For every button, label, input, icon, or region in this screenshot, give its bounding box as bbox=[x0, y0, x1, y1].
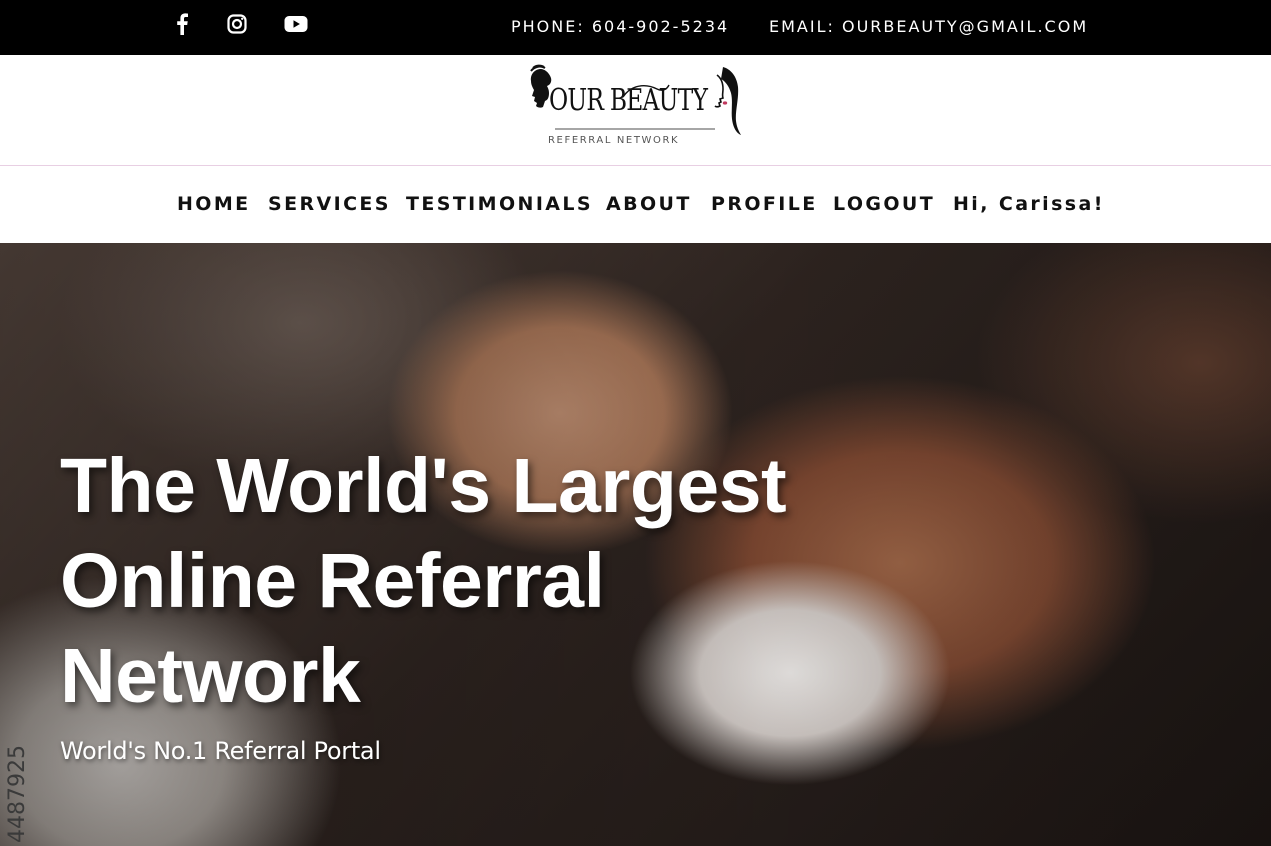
youtube-icon[interactable] bbox=[283, 12, 309, 36]
logo-wordmark: OUR BEAUTY bbox=[549, 83, 708, 118]
email-address[interactable]: EMAIL: OURBEAUTY@GMAIL.COM bbox=[769, 17, 1088, 36]
hero-title-line-1: The World's Largest bbox=[60, 443, 787, 529]
nav-home[interactable]: HOME bbox=[177, 193, 251, 215]
hero-banner: The World's Largest Online Referral Netw… bbox=[0, 243, 1271, 846]
stock-id-text: 4487925 bbox=[5, 745, 30, 843]
nav-user-greeting[interactable]: Hi, Carissa! bbox=[953, 193, 1105, 215]
nav-logout[interactable]: LOGOUT bbox=[833, 193, 935, 215]
nav-services[interactable]: SERVICES bbox=[268, 193, 391, 215]
phone-number: PHONE: 604-902-5234 bbox=[511, 17, 730, 36]
hero-title: The World's Largest Online Referral Netw… bbox=[60, 439, 820, 724]
nav-profile[interactable]: PROFILE bbox=[711, 193, 818, 215]
main-nav: HOME SERVICES TESTIMONIALS ABOUT PROFILE… bbox=[0, 166, 1271, 243]
instagram-icon[interactable] bbox=[224, 12, 250, 36]
top-bar: PHONE: 604-902-5234 EMAIL: OURBEAUTY@GMA… bbox=[0, 0, 1271, 55]
nav-testimonials[interactable]: TESTIMONIALS bbox=[406, 193, 593, 215]
logo-header: OUR BEAUTY REFERRAL NETWORK bbox=[0, 55, 1271, 166]
facebook-icon[interactable] bbox=[169, 12, 195, 36]
hero-title-line-2: Online Referral bbox=[60, 538, 605, 624]
site-logo[interactable]: OUR BEAUTY REFERRAL NETWORK bbox=[527, 63, 747, 149]
logo-subtitle: REFERRAL NETWORK bbox=[548, 135, 680, 146]
stock-watermark-id: 4487925 bbox=[5, 735, 65, 845]
hero-title-line-3: Network bbox=[60, 633, 361, 719]
nav-about[interactable]: ABOUT bbox=[606, 193, 692, 215]
hero-subtitle: World's No.1 Referral Portal bbox=[60, 737, 381, 765]
